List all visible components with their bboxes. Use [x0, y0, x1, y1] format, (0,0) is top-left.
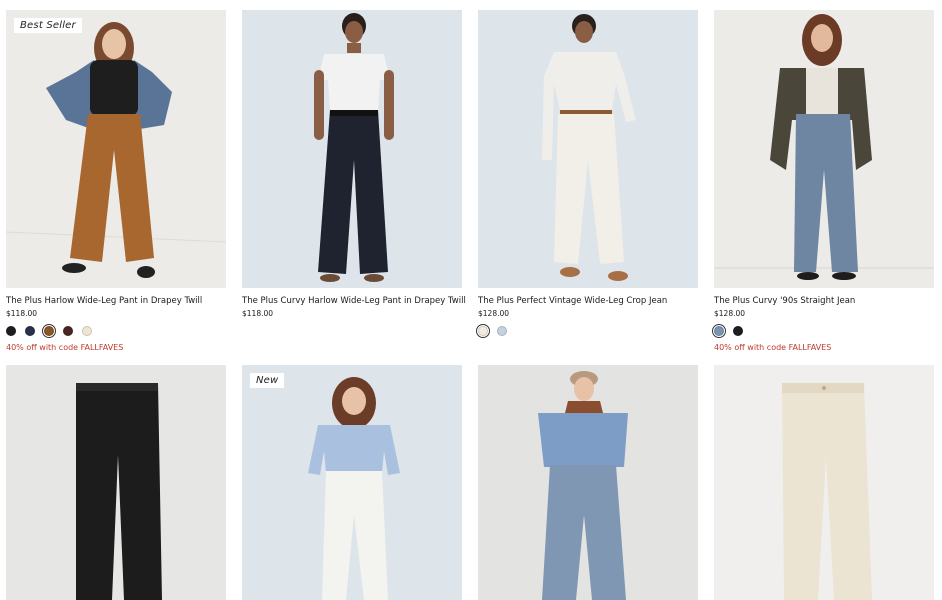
color-swatch[interactable]: [733, 326, 743, 336]
product-card[interactable]: [478, 365, 698, 600]
product-image[interactable]: New: [242, 365, 462, 600]
color-swatch[interactable]: [712, 324, 726, 338]
color-swatch[interactable]: [6, 326, 16, 336]
product-card[interactable]: The Plus Curvy Harlow Wide-Leg Pant in D…: [242, 10, 466, 318]
product-image[interactable]: [478, 365, 698, 600]
color-swatch[interactable]: [42, 324, 56, 338]
color-swatch[interactable]: [497, 326, 507, 336]
color-swatch[interactable]: [63, 326, 73, 336]
product-image[interactable]: [242, 10, 462, 288]
product-card[interactable]: The Plus Perfect Vintage Wide-Leg Crop J…: [476, 10, 698, 338]
promo-text: 40% off with code FALLFAVES: [714, 343, 832, 352]
product-card[interactable]: The Plus Curvy '90s Straight Jean $128.0…: [712, 10, 934, 352]
product-card[interactable]: [714, 365, 934, 600]
product-image[interactable]: [6, 365, 226, 600]
product-card[interactable]: New: [242, 365, 462, 600]
promo-text: 40% off with code FALLFAVES: [6, 343, 124, 352]
product-card[interactable]: Best Seller The Plus Harlow Wide-Leg Pan…: [6, 10, 226, 352]
color-swatch[interactable]: [82, 326, 92, 336]
color-swatches: [6, 324, 226, 338]
product-badge: New: [250, 373, 285, 388]
product-price: $118.00: [242, 309, 274, 318]
product-grid: Best Seller The Plus Harlow Wide-Leg Pan…: [0, 0, 942, 600]
product-image[interactable]: [714, 365, 934, 600]
product-price: $128.00: [714, 309, 746, 318]
color-swatch[interactable]: [476, 324, 490, 338]
product-image[interactable]: Best Seller: [6, 10, 226, 288]
product-image[interactable]: [478, 10, 698, 288]
product-name[interactable]: The Plus Harlow Wide-Leg Pant in Drapey …: [6, 296, 226, 307]
product-image[interactable]: [714, 10, 934, 288]
product-price: $118.00: [6, 309, 38, 318]
product-name[interactable]: The Plus Curvy '90s Straight Jean: [714, 296, 934, 307]
color-swatches: [476, 324, 698, 338]
product-card[interactable]: [6, 365, 226, 600]
product-price: $128.00: [478, 309, 510, 318]
product-badge: Best Seller: [14, 18, 82, 33]
color-swatches: [712, 324, 934, 338]
color-swatch[interactable]: [25, 326, 35, 336]
product-name[interactable]: The Plus Curvy Harlow Wide-Leg Pant in D…: [242, 296, 466, 307]
product-name[interactable]: The Plus Perfect Vintage Wide-Leg Crop J…: [478, 296, 698, 307]
